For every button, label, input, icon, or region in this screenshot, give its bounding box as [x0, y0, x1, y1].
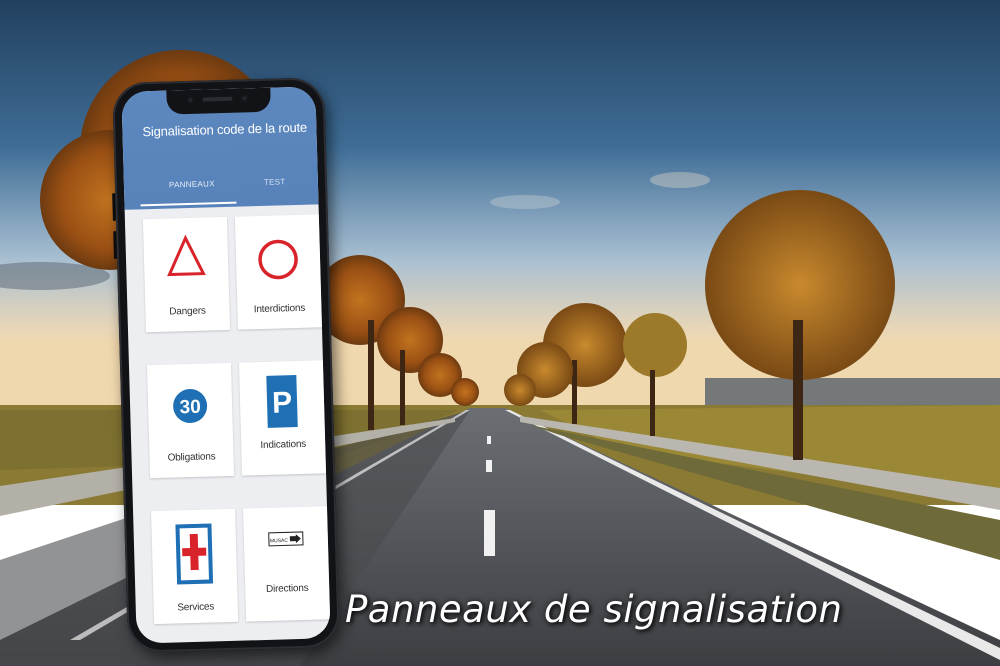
category-label: Services	[177, 601, 215, 614]
tab-selected-indicator	[140, 201, 237, 207]
tab-panneaux[interactable]: PANNEAUX	[169, 179, 215, 189]
prohibition-circle-icon	[235, 230, 321, 290]
category-card-obligations[interactable]: 30 Obligations	[146, 362, 235, 479]
front-sensor-icon	[240, 94, 249, 103]
category-label: Interdictions	[253, 302, 306, 316]
volume-down-button	[113, 231, 117, 260]
parking-sign-icon: P	[239, 370, 325, 430]
category-card-indications[interactable]: P Indications	[238, 360, 327, 476]
category-card-interdictions[interactable]: Interdictions	[234, 214, 322, 330]
phone-notch	[166, 87, 271, 115]
category-label: Directions	[265, 582, 309, 595]
category-label: Indications	[260, 438, 307, 452]
category-card-services[interactable]: Services	[151, 508, 239, 625]
front-camera-icon	[186, 95, 195, 104]
speed-limit-sign-icon: 30	[147, 379, 233, 439]
direction-sign-text: MUSAC	[270, 538, 289, 545]
smartphone-mockup: Signalisation code de la route PANNEAUX …	[112, 77, 340, 653]
volume-up-button	[112, 193, 116, 222]
tab-bar: PANNEAUX TEST	[124, 166, 319, 209]
earpiece-speaker	[202, 96, 233, 102]
category-label: Obligations	[167, 451, 216, 464]
first-aid-cross-icon	[151, 521, 237, 585]
promo-scene: Signalisation code de la route PANNEAUX …	[0, 0, 1000, 666]
category-card-dangers[interactable]: Dangers	[142, 216, 231, 333]
speed-sign-text: 30	[179, 397, 201, 419]
phone-screen: Signalisation code de la route PANNEAUX …	[121, 86, 331, 644]
warning-triangle-icon	[143, 233, 229, 293]
parking-sign-text: P	[272, 386, 293, 420]
category-card-directions[interactable]: MUSAC Directions	[243, 506, 331, 622]
direction-arrow-sign-icon: MUSAC	[244, 528, 330, 588]
tab-test[interactable]: TEST	[264, 177, 286, 187]
category-grid: Dangers Interdictions 30 Obligations P I…	[142, 214, 331, 625]
promo-caption: Panneaux de signalisation	[345, 588, 843, 631]
app-title: Signalisation code de la route	[142, 119, 308, 140]
category-label: Dangers	[169, 305, 206, 318]
